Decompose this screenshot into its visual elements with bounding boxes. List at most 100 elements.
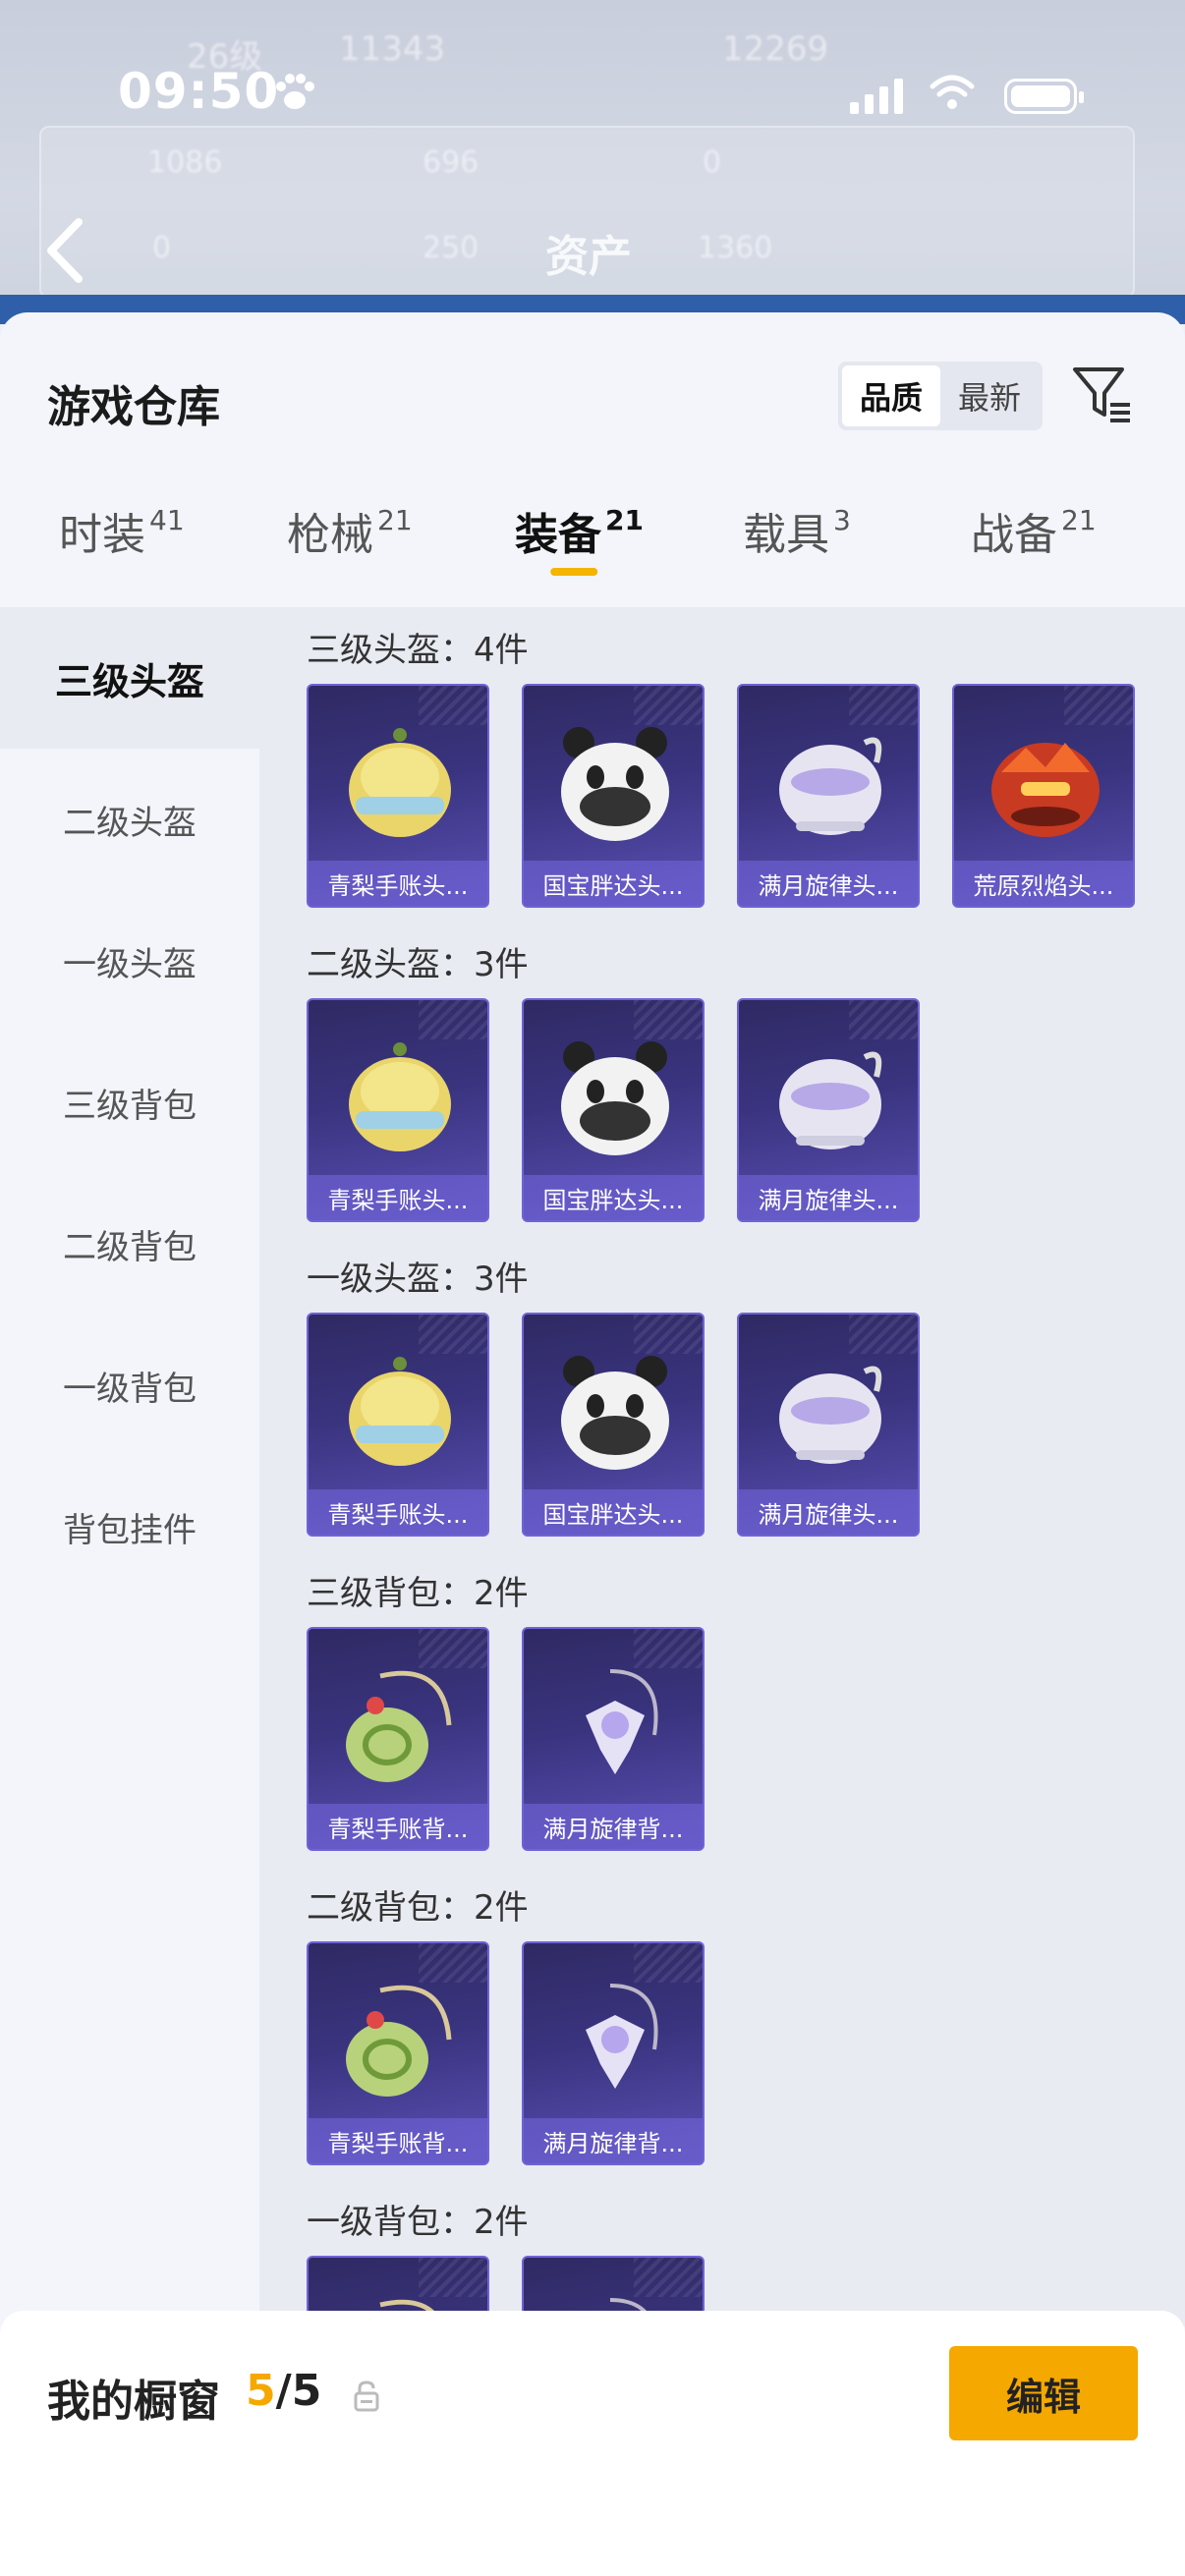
ghost-text: 696 (423, 145, 480, 180)
item-card[interactable]: 荒原烈焰头... (952, 684, 1135, 908)
sort-option-latest[interactable]: 最新 (940, 365, 1039, 426)
tab-active-indicator (550, 568, 598, 576)
item-card[interactable]: 国宝胖达头... (522, 998, 705, 1222)
page-title: 资产 (545, 232, 632, 282)
pear-backpack-icon (346, 1985, 452, 2097)
tab-count: 41 (149, 504, 185, 536)
item-name: 青梨手账背... (309, 1804, 487, 1849)
item-card[interactable]: 青梨手账头... (307, 1313, 489, 1537)
lock-icon (354, 2380, 379, 2412)
item-card[interactable]: 青梨手账背... (307, 1941, 489, 2165)
tab-count: 3 (833, 504, 851, 536)
item-name: 国宝胖达头... (524, 1175, 703, 1220)
moon-helmet-icon (779, 1051, 882, 1149)
flame-helmet-icon (991, 743, 1100, 837)
item-name: 青梨手账头... (309, 861, 487, 906)
ghost-text: 0 (152, 231, 172, 265)
tab-count: 21 (1061, 504, 1097, 536)
background-header: 26级 11343 12269 1086 696 0 0 250 1360 09… (0, 0, 1185, 324)
tab-fashion[interactable]: 时装 41 (59, 499, 185, 597)
tab-firearms[interactable]: 枪械 21 (287, 499, 413, 597)
item-name: 满月旋律头... (739, 861, 918, 906)
section-label: 二级背包：2件 (307, 1888, 529, 1928)
tab-battle-gear[interactable]: 战备 21 (971, 499, 1097, 597)
sidebar-item-lvl2-helmet[interactable]: 二级头盔 (0, 749, 259, 890)
section-label: 三级头盔：4件 (307, 631, 529, 670)
sidebar-item-lvl3-backpack[interactable]: 三级背包 (0, 1032, 259, 1173)
item-name: 青梨手账头... (309, 1175, 487, 1220)
section-label: 一级背包：2件 (307, 2203, 529, 2242)
paw-icon (276, 74, 314, 109)
tab-equipment[interactable]: 装备 21 (515, 499, 644, 597)
sidebar-item-backpack-charm[interactable]: 背包挂件 (0, 1456, 259, 1597)
ghost-text: 0 (703, 145, 722, 180)
item-card[interactable]: 满月旋律头... (737, 1313, 920, 1537)
item-card[interactable]: 满月旋律头... (737, 998, 920, 1222)
item-card[interactable]: 满月旋律背... (522, 1941, 705, 2165)
pear-helmet-icon (349, 1357, 451, 1466)
cellular-signal-icon (850, 79, 903, 114)
item-name: 青梨手账背... (309, 2118, 487, 2163)
sidebar-item-lvl1-backpack[interactable]: 一级背包 (0, 1315, 259, 1456)
showcase-current: 5 (246, 2366, 276, 2416)
ghost-text: 1086 (147, 145, 223, 180)
showcase-total: /5 (275, 2366, 322, 2416)
tab-vehicles[interactable]: 载具 3 (743, 499, 851, 597)
pear-helmet-icon (349, 728, 451, 837)
sidebar-item-lvl3-helmet[interactable]: 三级头盔 (0, 607, 259, 749)
item-name: 国宝胖达头... (524, 861, 703, 906)
panda-helmet-icon (561, 1356, 669, 1470)
item-name: 满月旋律头... (739, 1175, 918, 1220)
moon-helmet-icon (779, 1366, 882, 1464)
warehouse-sheet: 游戏仓库 品质 最新 时装41 枪械21 装备21 载具3 战备21 (0, 312, 1185, 2576)
ghost-text: 250 (423, 231, 480, 265)
tab-label: 装备 (515, 510, 601, 560)
item-card[interactable]: 国宝胖达头... (522, 1313, 705, 1537)
pear-backpack-icon (346, 1670, 452, 1782)
tab-count: 21 (377, 504, 413, 536)
section-label: 二级头盔：3件 (307, 945, 529, 984)
edit-button[interactable]: 编辑 (949, 2346, 1138, 2440)
panda-helmet-icon (561, 727, 669, 841)
pear-helmet-icon (349, 1042, 451, 1151)
battery-icon (1004, 79, 1084, 114)
item-card[interactable]: 青梨手账头... (307, 684, 489, 908)
sidebar-item-lvl1-helmet[interactable]: 一级头盔 (0, 890, 259, 1032)
category-sidebar: 三级头盔 二级头盔 一级头盔 三级背包 二级背包 一级背包 背包挂件 (0, 607, 259, 2326)
section-label: 一级头盔：3件 (307, 1260, 529, 1299)
section-label: 三级背包：2件 (307, 1574, 529, 1613)
moon-backpack-icon (586, 1984, 658, 2089)
back-arrow-icon[interactable] (41, 216, 90, 285)
moon-helmet-icon (779, 737, 882, 835)
item-card[interactable]: 国宝胖达头... (522, 684, 705, 908)
item-name: 荒原烈焰头... (954, 861, 1133, 906)
filter-icon[interactable] (1071, 364, 1134, 424)
item-name: 青梨手账头... (309, 1489, 487, 1535)
item-card[interactable]: 满月旋律背... (522, 1627, 705, 1851)
content-area: 三级头盔 二级头盔 一级头盔 三级背包 二级背包 一级背包 背包挂件 三级头盔：… (0, 607, 1185, 2480)
tab-label: 载具 (743, 510, 829, 560)
item-card[interactable]: 满月旋律头... (737, 684, 920, 908)
item-card[interactable]: 青梨手账背... (307, 1627, 489, 1851)
sort-toggle: 品质 最新 (838, 362, 1043, 430)
tab-label: 时装 (59, 510, 145, 560)
tab-label: 战备 (971, 510, 1057, 560)
showcase-bar: 我的橱窗 5/5 编辑 (0, 2311, 1185, 2576)
showcase-label: 我的橱窗 (47, 2377, 220, 2427)
item-name: 满月旋律背... (524, 2118, 703, 2163)
item-name: 满月旋律头... (739, 1489, 918, 1535)
category-tabs: 时装 41 枪械 21 装备 21 载具 3 战备 21 (0, 499, 1185, 607)
panda-helmet-icon (561, 1041, 669, 1155)
tab-label: 枪械 (287, 510, 373, 560)
sidebar-item-lvl2-backpack[interactable]: 二级背包 (0, 1173, 259, 1315)
item-name: 满月旋律背... (524, 1804, 703, 1849)
ghost-text: 11343 (339, 29, 446, 69)
sort-option-quality[interactable]: 品质 (842, 365, 940, 426)
sheet-title: 游戏仓库 (47, 382, 220, 432)
item-card[interactable]: 青梨手账头... (307, 998, 489, 1222)
tab-count: 21 (605, 504, 644, 536)
wifi-icon (930, 75, 975, 109)
ghost-text: 1360 (698, 231, 773, 265)
ghost-text: 12269 (722, 29, 829, 69)
item-name: 国宝胖达头... (524, 1489, 703, 1535)
